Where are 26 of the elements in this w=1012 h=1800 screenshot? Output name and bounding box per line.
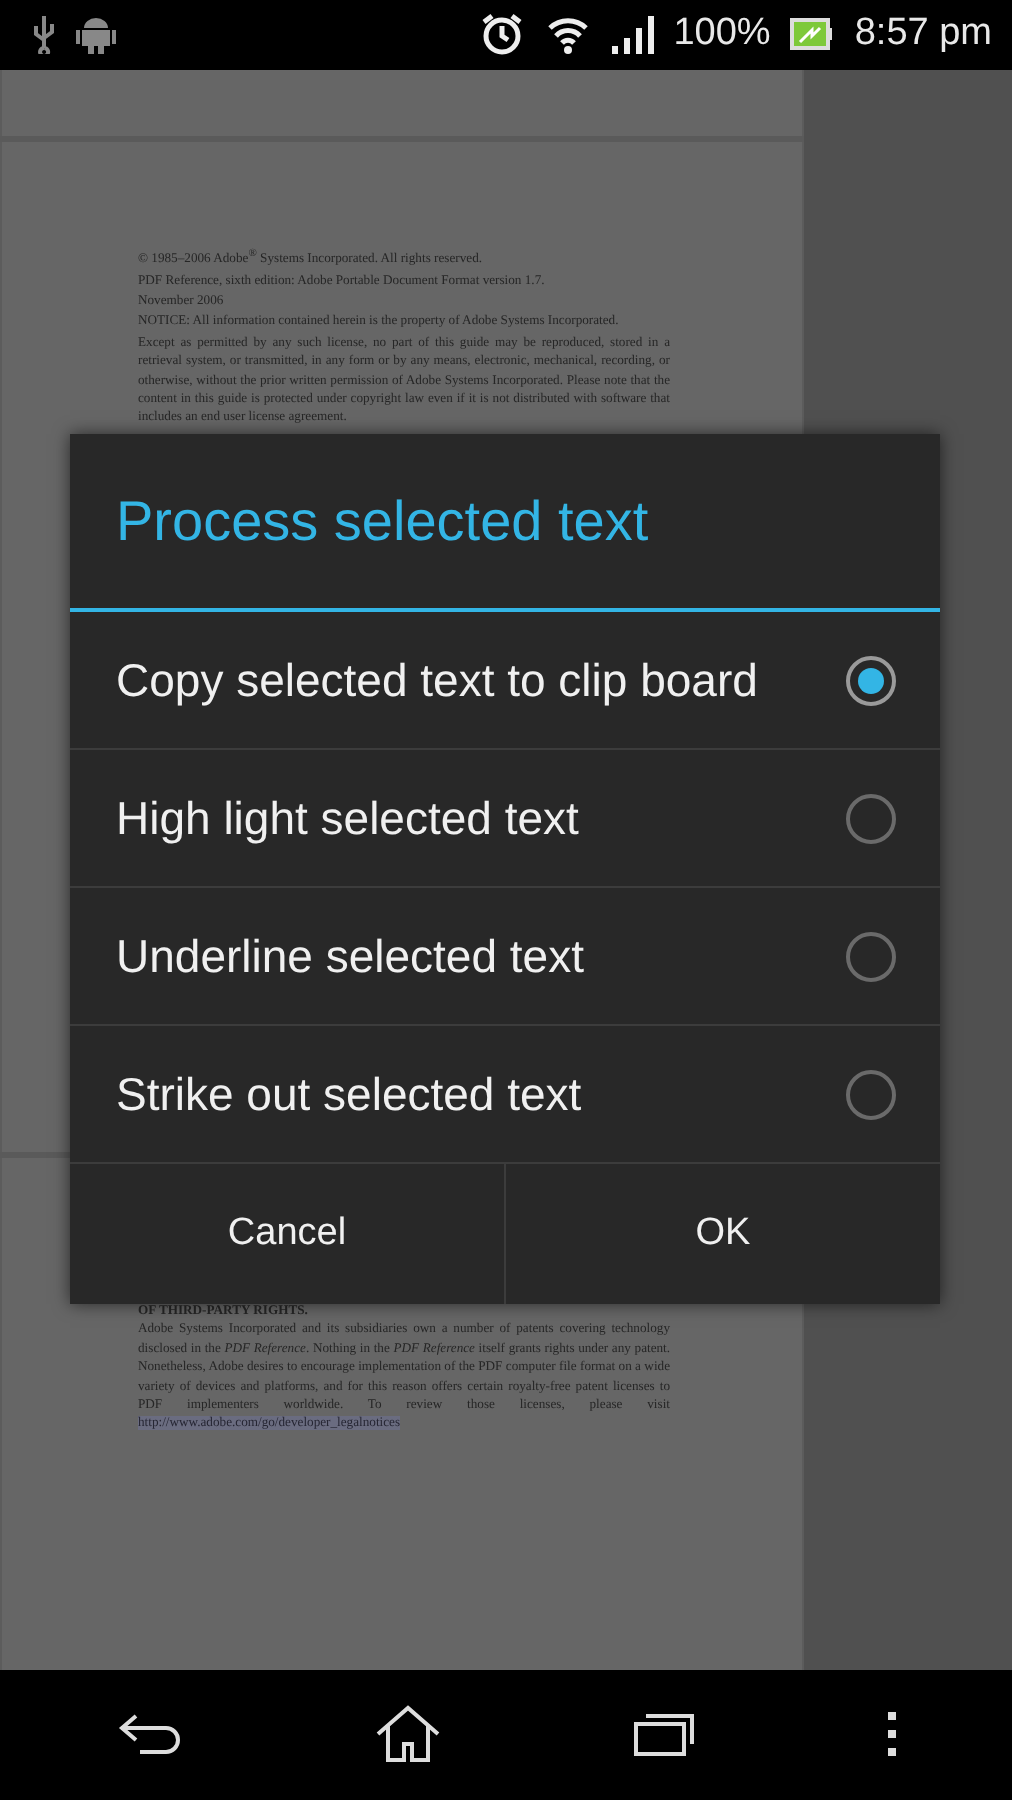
battery-percent: 100% — [673, 12, 771, 57]
cancel-button[interactable]: Cancel — [70, 1164, 504, 1304]
alarm-clock-icon — [477, 10, 526, 59]
signal-icon — [609, 14, 654, 55]
wifi-icon — [545, 12, 590, 57]
recent-apps-icon[interactable] — [631, 1710, 695, 1759]
option-label: Copy selected text to clip board — [116, 652, 760, 708]
battery-charging-icon — [790, 16, 835, 53]
android-icon — [76, 12, 116, 57]
radio-button[interactable] — [846, 931, 896, 981]
menu-icon[interactable] — [885, 1710, 897, 1759]
option-row[interactable]: High light selected text — [70, 750, 940, 888]
radio-button[interactable] — [846, 793, 896, 843]
option-label: Strike out selected text — [116, 1066, 584, 1122]
home-icon[interactable] — [373, 1704, 441, 1765]
dialog-title: Process selected text — [70, 434, 940, 612]
ok-button[interactable]: OK — [504, 1164, 940, 1304]
radio-button[interactable] — [846, 655, 896, 705]
clock-time: 8:57 pm — [854, 12, 992, 57]
radio-button[interactable] — [846, 1069, 896, 1119]
option-row[interactable]: Copy selected text to clip board — [70, 612, 940, 750]
option-row[interactable]: Underline selected text — [70, 888, 940, 1026]
usb-icon — [32, 14, 56, 55]
option-label: Underline selected text — [116, 928, 586, 984]
back-icon[interactable] — [115, 1710, 183, 1759]
option-label: High light selected text — [116, 790, 581, 846]
